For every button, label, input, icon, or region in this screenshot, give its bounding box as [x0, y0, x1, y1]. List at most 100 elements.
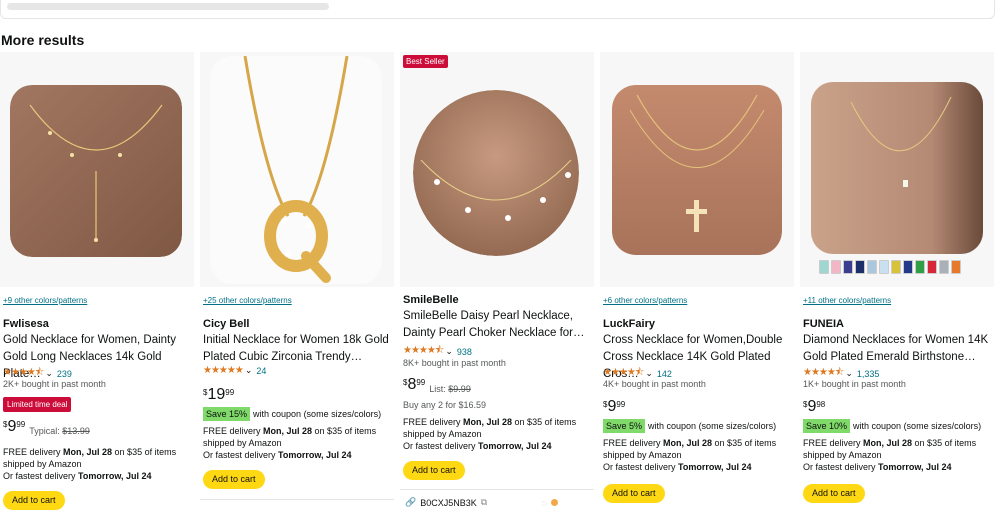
add-to-cart-button[interactable]: Add to cart [203, 470, 265, 489]
copy-icon[interactable]: ⧉ [481, 497, 487, 508]
coupon-row[interactable]: Save 15% with coupon (some sizes/colors) [203, 407, 381, 421]
bought-count: 1K+ bought in past month [803, 379, 906, 389]
price[interactable]: $9 99 [603, 398, 625, 416]
coupon-text: with coupon (some sizes/colors) [253, 409, 382, 419]
chevron-down-icon[interactable]: ⌄ [645, 368, 653, 379]
coupon-row[interactable]: Save 10% with coupon (some sizes/colors) [803, 419, 981, 433]
product-card: +25 other colors/patterns Cicy Bell Init… [200, 52, 394, 512]
fastest-prefix: Or fastest delivery [3, 471, 79, 481]
search-placeholder-bar [7, 3, 329, 10]
title-line: Diamond Necklaces for Women 14K [803, 334, 989, 346]
coupon-row[interactable]: Save 5% with coupon (some sizes/colors) [603, 419, 776, 433]
color-swatch[interactable] [879, 260, 889, 274]
delivery-info: FREE delivery Mon, Jul 28 on $35 of item… [3, 446, 193, 482]
brand-name: FUNEIA [803, 318, 844, 330]
product-card: +9 other colors/patterns Fwlisesa Gold N… [0, 52, 194, 512]
price[interactable]: $19 99 [203, 386, 234, 404]
price-whole: 9 [7, 418, 17, 435]
product-image[interactable] [800, 52, 994, 287]
rating-count[interactable]: 24 [256, 366, 266, 376]
add-to-cart-button[interactable]: Add to cart [403, 461, 465, 480]
other-colors-link[interactable]: +11 other colors/patterns [803, 296, 891, 305]
product-card: Best Seller SmileBelle SmileBelle Daisy … [400, 52, 594, 512]
section-title: More results [1, 32, 85, 48]
other-colors-link[interactable]: +25 other colors/patterns [203, 296, 292, 305]
product-card: +11 other colors/patterns FUNEIA Diamond… [800, 52, 994, 512]
delivery-info: FREE delivery Mon, Jul 28 on $35 of item… [603, 437, 793, 473]
typical-label: Typical: [29, 426, 60, 436]
delivery-info: FREE delivery Mon, Jul 28 on $35 of item… [203, 425, 393, 461]
fastest-date: Tomorrow, Jul 24 [278, 450, 352, 460]
list-price: $9.99 [448, 384, 471, 394]
delivery-suffix: on $35 of items [312, 426, 377, 436]
delivery-suffix: on $35 of items [712, 438, 777, 448]
add-to-cart-button[interactable]: Add to cart [603, 484, 665, 503]
chevron-down-icon[interactable]: ⌄ [245, 365, 253, 376]
color-swatch[interactable] [903, 260, 913, 274]
add-to-cart-button[interactable]: Add to cart [3, 491, 65, 510]
add-to-cart-button[interactable]: Add to cart [803, 484, 865, 503]
asin-code: B0CXJ5NB3K [420, 497, 477, 508]
color-swatch[interactable] [867, 260, 877, 274]
price-cents: 98 [816, 400, 826, 409]
delivery-prefix: FREE delivery [803, 438, 864, 448]
limited-deal-badge: Limited time deal [3, 397, 72, 412]
product-title-link[interactable]: Diamond Necklaces for Women 14K Gold Plat… [803, 332, 991, 366]
buy-any-offer[interactable]: Buy any 2 for $16.59 [403, 400, 486, 410]
brand-name: Fwlisesa [3, 318, 49, 330]
color-swatch[interactable] [819, 260, 829, 274]
coupon-text: with coupon (some sizes/colors) [853, 421, 982, 431]
necklace-photo-initial [210, 56, 382, 284]
color-swatch[interactable] [927, 260, 937, 274]
rating-row[interactable]: ★★★★★ ⌄ 24 [203, 365, 266, 376]
product-title-link[interactable]: SmileBelle Daisy Pearl Necklace, Dainty P… [403, 308, 591, 342]
product-image[interactable] [200, 52, 394, 287]
color-swatch[interactable] [855, 260, 865, 274]
bought-count: 8K+ bought in past month [403, 358, 506, 368]
fastest-date: Tomorrow, Jul 24 [678, 462, 752, 472]
other-colors-link[interactable]: +9 other colors/patterns [3, 296, 87, 305]
price[interactable]: $8 99 List: $9.99 [403, 376, 471, 394]
chevron-down-icon[interactable]: ⌄ [45, 368, 53, 379]
shipped-by: shipped by Amazon [203, 438, 282, 448]
price-whole: 8 [407, 376, 417, 393]
product-title-link[interactable]: Initial Necklace for Women 18k Gold Plate… [203, 332, 391, 366]
toggle-icon[interactable]: ◌ [541, 498, 546, 508]
product-image[interactable] [0, 52, 194, 287]
rating-count[interactable]: 1,335 [857, 369, 880, 379]
shipped-by: shipped by Amazon [603, 450, 682, 460]
delivery-info: FREE delivery Mon, Jul 28 on $35 of item… [803, 437, 993, 473]
product-image[interactable]: Best Seller [400, 52, 594, 287]
fastest-prefix: Or fastest delivery [403, 441, 479, 451]
price-cents: 99 [225, 388, 235, 397]
title-line: Gold Plated Emerald Birthstone… [803, 351, 976, 363]
price[interactable]: $9 99 Typical: $13.99 [3, 418, 90, 436]
title-line: SmileBelle Daisy Pearl Necklace, [403, 310, 574, 322]
necklace-photo-diamond [811, 82, 983, 254]
chevron-down-icon[interactable]: ⌄ [445, 346, 453, 357]
color-swatch[interactable] [951, 260, 961, 274]
price-whole: 19 [207, 386, 226, 403]
delivery-prefix: FREE delivery [203, 426, 264, 436]
color-swatches [819, 260, 961, 274]
brand-name: LuckFairy [603, 318, 655, 330]
delivery-suffix: on $35 of items [112, 447, 177, 457]
rating-count[interactable]: 239 [57, 369, 72, 379]
rating-count[interactable]: 938 [457, 347, 472, 357]
color-swatch[interactable] [915, 260, 925, 274]
fastest-date: Tomorrow, Jul 24 [878, 462, 952, 472]
shipped-by: shipped by Amazon [403, 429, 482, 439]
delivery-date: Mon, Jul 28 [63, 447, 113, 457]
color-swatch[interactable] [939, 260, 949, 274]
color-swatch[interactable] [843, 260, 853, 274]
product-image[interactable] [600, 52, 794, 287]
color-swatch[interactable] [891, 260, 901, 274]
price[interactable]: $9 98 [803, 398, 825, 416]
color-swatch[interactable] [831, 260, 841, 274]
necklace-photo-daisy [413, 90, 579, 256]
asin-row: 🔗 B0CXJ5NB3K ⧉ ◌ [405, 497, 558, 508]
rating-count[interactable]: 142 [657, 369, 672, 379]
link-icon[interactable]: 🔗 [405, 497, 416, 508]
chevron-down-icon[interactable]: ⌄ [845, 368, 853, 379]
other-colors-link[interactable]: +6 other colors/patterns [603, 296, 687, 305]
